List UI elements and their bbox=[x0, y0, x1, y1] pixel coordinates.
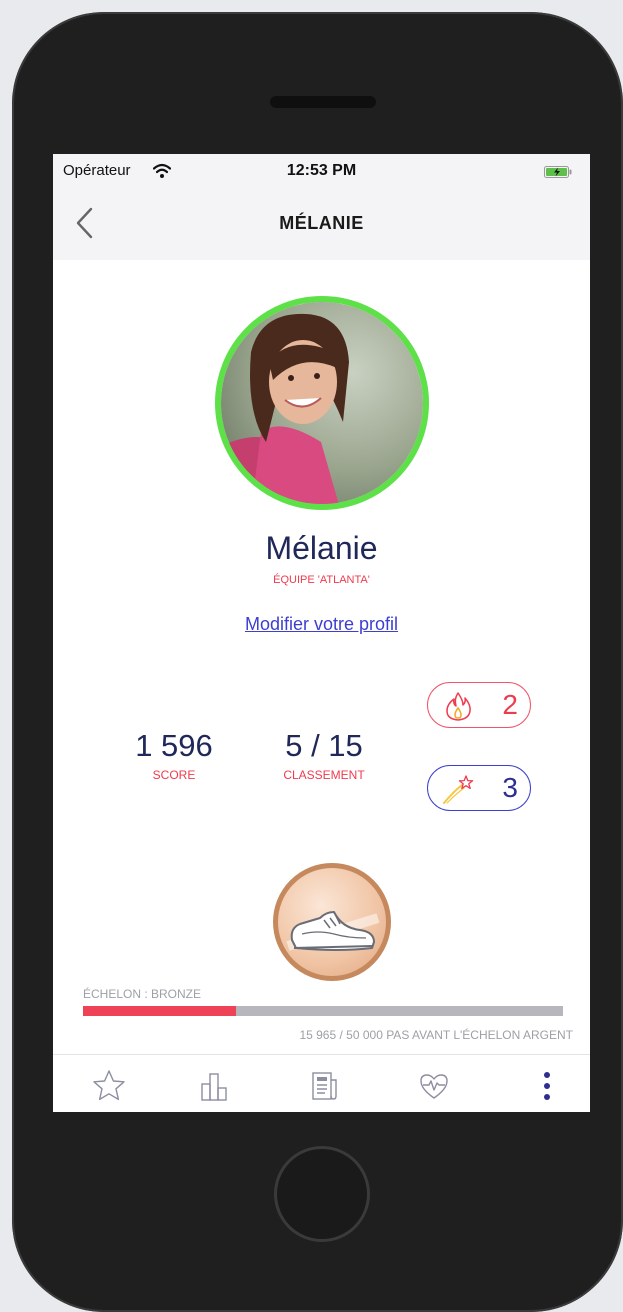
level-progress-bar bbox=[83, 1006, 563, 1016]
profile-photo bbox=[221, 302, 423, 504]
star-icon[interactable] bbox=[91, 1068, 127, 1104]
avatar bbox=[215, 296, 429, 510]
level-progress-caption: 15 965 / 50 000 PAS AVANT L'ÉCHELON ARGE… bbox=[299, 1028, 573, 1042]
shooting-star-icon bbox=[443, 775, 474, 804]
app-screen: Opérateur 12:53 PM MÉLANIE Mélanie ÉQUIP… bbox=[53, 154, 590, 1112]
phone-frame: Opérateur 12:53 PM MÉLANIE Mélanie ÉQUIP… bbox=[12, 12, 623, 1312]
rank-label: CLASSEMENT bbox=[283, 768, 365, 782]
newspaper-icon[interactable] bbox=[306, 1068, 342, 1104]
speaker-grille bbox=[270, 96, 376, 108]
flame-icon bbox=[446, 692, 471, 721]
stars-count: 3 bbox=[502, 772, 518, 803]
rank-value: 5 / 15 bbox=[285, 728, 363, 763]
page-title: MÉLANIE bbox=[279, 213, 364, 233]
navigation-bar: MÉLANIE bbox=[53, 192, 590, 260]
status-time: 12:53 PM bbox=[286, 162, 357, 179]
battery-charging-icon bbox=[544, 166, 572, 178]
score-value: 1 596 bbox=[135, 728, 213, 763]
profile-name: Mélanie bbox=[265, 530, 378, 566]
home-button[interactable] bbox=[274, 1146, 370, 1242]
sneaker-icon bbox=[286, 911, 380, 951]
heart-pulse-icon[interactable] bbox=[416, 1068, 452, 1104]
level-label: ÉCHELON : BRONZE bbox=[83, 987, 202, 1001]
bar-chart-icon[interactable] bbox=[196, 1068, 232, 1104]
streak-badge[interactable]: 2 bbox=[427, 682, 531, 728]
score-label: SCORE bbox=[152, 768, 196, 782]
more-vertical-icon[interactable] bbox=[529, 1068, 565, 1104]
streak-count: 2 bbox=[502, 689, 518, 720]
stars-badge[interactable]: 3 bbox=[427, 765, 531, 811]
level-progress-fill bbox=[83, 1006, 237, 1016]
edit-profile-link[interactable]: Modifier votre profil bbox=[53, 614, 590, 635]
team-name: ÉQUIPE 'ATLANTA' bbox=[273, 574, 370, 586]
bronze-medal bbox=[273, 863, 391, 981]
tab-bar bbox=[53, 1054, 590, 1112]
status-bar: Opérateur 12:53 PM bbox=[53, 154, 590, 192]
